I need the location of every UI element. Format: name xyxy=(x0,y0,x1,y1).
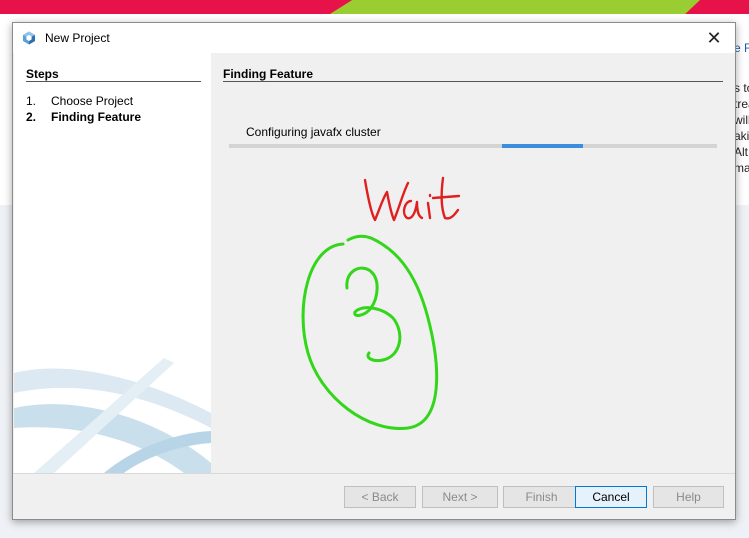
steps-divider xyxy=(26,81,201,82)
steps-panel: Steps 1. Choose Project 2. Finding Feature xyxy=(14,53,211,473)
step-label: Choose Project xyxy=(51,94,134,108)
step-number: 1. xyxy=(26,94,37,108)
watermark-graphic xyxy=(14,358,211,473)
background-banner xyxy=(0,0,749,14)
banner-green-band xyxy=(330,0,700,14)
cancel-button[interactable]: Cancel xyxy=(575,486,647,508)
close-icon: ✕ xyxy=(706,28,722,48)
bg-fragment: Alt xyxy=(734,145,749,159)
close-button[interactable]: ✕ xyxy=(699,25,729,51)
help-button[interactable]: Help xyxy=(653,486,724,508)
bg-fragment: s to xyxy=(734,81,749,95)
wait-scribble xyxy=(363,176,461,222)
netbeans-app-icon xyxy=(22,31,36,45)
window-title: New Project xyxy=(45,31,110,45)
circled-number-scribble xyxy=(301,234,439,430)
back-button[interactable]: < Back xyxy=(344,486,416,508)
bg-fragment: ma xyxy=(734,161,749,175)
finish-button[interactable]: Finish xyxy=(503,486,580,508)
handwritten-annotation xyxy=(301,176,461,430)
step-finding-feature: 2. Finding Feature xyxy=(26,109,141,125)
step-number: 2. xyxy=(26,110,37,124)
content-heading: Finding Feature xyxy=(223,67,313,81)
step-choose-project: 1. Choose Project xyxy=(26,93,133,109)
title-bar[interactable]: New Project ✕ xyxy=(13,23,735,53)
next-button[interactable]: Next > xyxy=(422,486,498,508)
footer-divider xyxy=(13,473,735,474)
bg-fragment: aki xyxy=(734,129,749,143)
progress-bar xyxy=(229,144,717,148)
progress-indicator xyxy=(502,144,583,148)
bg-fragment: will xyxy=(734,113,749,127)
bg-fragment: e F xyxy=(734,41,749,55)
content-divider xyxy=(223,81,723,82)
steps-heading: Steps xyxy=(26,67,59,81)
bg-fragment: trea xyxy=(734,97,749,111)
step-label: Finding Feature xyxy=(51,110,141,124)
progress-label: Configuring javafx cluster xyxy=(246,125,381,139)
new-project-dialog: New Project ✕ Steps 1. Choose Project 2. F… xyxy=(12,22,736,520)
background-text-fragments: e F s to trea will aki Alt ma xyxy=(734,40,749,176)
